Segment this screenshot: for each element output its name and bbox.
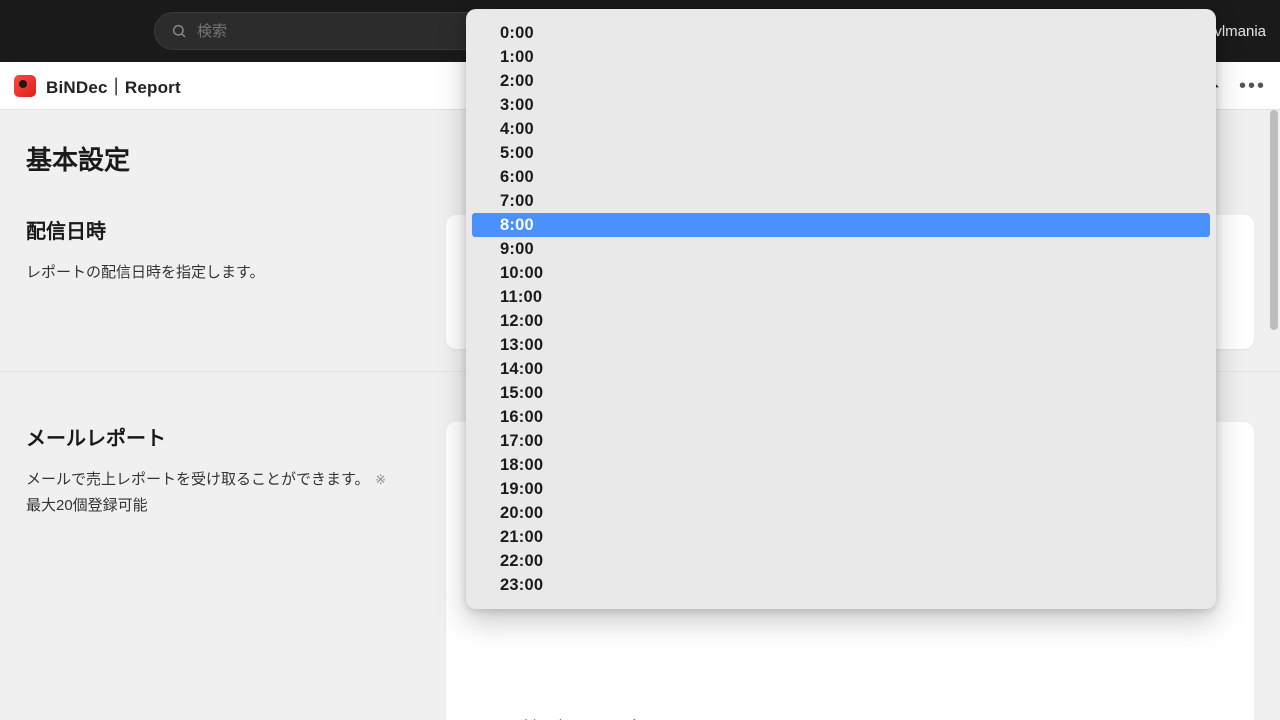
time-option[interactable]: 17:00 bbox=[472, 429, 1210, 453]
scrollbar-thumb[interactable] bbox=[1270, 110, 1278, 330]
time-option[interactable]: 3:00 bbox=[472, 93, 1210, 117]
time-option[interactable]: 22:00 bbox=[472, 549, 1210, 573]
time-option[interactable]: 2:00 bbox=[472, 69, 1210, 93]
delivery-desc: レポートの配信日時を指定します。 bbox=[26, 260, 426, 286]
time-option[interactable]: 14:00 bbox=[472, 357, 1210, 381]
time-option[interactable]: 20:00 bbox=[472, 501, 1210, 525]
mail-desc: メールで売上レポートを受け取ることができます。 ※ 最大20個登録可能 bbox=[26, 467, 426, 518]
mail-desc-line1: メールで売上レポートを受け取ることができます。 bbox=[26, 471, 370, 488]
time-option[interactable]: 10:00 bbox=[472, 261, 1210, 285]
time-option[interactable]: 19:00 bbox=[472, 477, 1210, 501]
time-dropdown[interactable]: 0:001:002:003:004:005:006:007:008:009:00… bbox=[466, 9, 1216, 609]
topbar-user-label[interactable]: vlmania bbox=[1214, 23, 1266, 40]
time-option[interactable]: 13:00 bbox=[472, 333, 1210, 357]
more-icon[interactable]: ••• bbox=[1239, 76, 1266, 96]
time-option[interactable]: 18:00 bbox=[472, 453, 1210, 477]
time-option[interactable]: 4:00 bbox=[472, 117, 1210, 141]
search-icon bbox=[171, 23, 187, 39]
mail-heading: メールレポート bbox=[26, 422, 426, 451]
time-option[interactable]: 21:00 bbox=[472, 525, 1210, 549]
app-title: BiNDec｜Report bbox=[46, 73, 181, 98]
app-logo bbox=[14, 75, 36, 97]
scrollbar[interactable] bbox=[1268, 110, 1278, 720]
time-option[interactable]: 11:00 bbox=[472, 285, 1210, 309]
time-option[interactable]: 12:00 bbox=[472, 309, 1210, 333]
time-option[interactable]: 7:00 bbox=[472, 189, 1210, 213]
time-option[interactable]: 23:00 bbox=[472, 573, 1210, 597]
time-option[interactable]: 1:00 bbox=[472, 45, 1210, 69]
time-option[interactable]: 6:00 bbox=[472, 165, 1210, 189]
time-option[interactable]: 9:00 bbox=[472, 237, 1210, 261]
time-option[interactable]: 16:00 bbox=[472, 405, 1210, 429]
time-option[interactable]: 5:00 bbox=[472, 141, 1210, 165]
time-option[interactable]: 15:00 bbox=[472, 381, 1210, 405]
mail-desc-line2: 最大20個登録可能 bbox=[26, 497, 148, 514]
delivery-heading: 配信日時 bbox=[26, 215, 426, 244]
time-option[interactable]: 8:00 bbox=[472, 213, 1210, 237]
time-option[interactable]: 0:00 bbox=[472, 21, 1210, 45]
snowflake-icon: ※ bbox=[372, 472, 387, 487]
